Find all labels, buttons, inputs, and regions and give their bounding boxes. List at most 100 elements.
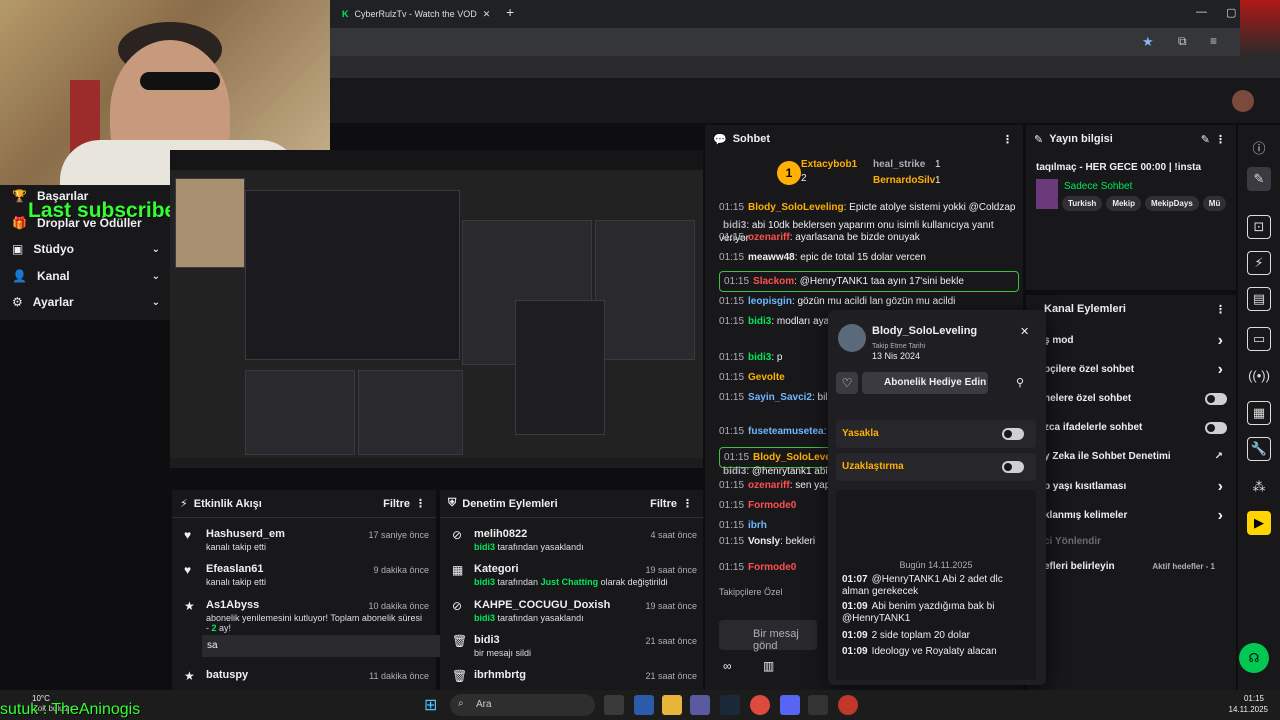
top-gifter-name[interactable]: heal_strike — [873, 159, 925, 170]
top-gifter-name[interactable]: BernardoSilv — [873, 175, 935, 186]
more-icon[interactable]: ⋮ — [1215, 133, 1226, 146]
channel-action-row[interactable]: pçilere özel sohbet › — [1044, 361, 1229, 378]
taskbar-search[interactable]: ⌕ Ara — [450, 694, 595, 716]
chat-message[interactable]: 01:15 meaww48: epic de total 15 dolar ver… — [719, 251, 1019, 264]
heart-icon[interactable]: ♡ — [836, 372, 858, 394]
info-icon[interactable]: ⓘ — [1247, 135, 1271, 159]
chat-message[interactable]: 01:15 Blody_SoloLeveling: Epicte atolye s… — [719, 201, 1019, 214]
support-icon[interactable]: ☊ — [1239, 643, 1269, 673]
close-icon[interactable]: ✕ — [483, 9, 491, 20]
category-name[interactable]: Sadece Sohbet — [1064, 181, 1132, 192]
chat-username[interactable]: Formode0 — [748, 562, 796, 573]
close-icon[interactable]: ✕ — [1020, 325, 1029, 338]
folder-icon[interactable] — [662, 695, 682, 715]
more-icon[interactable]: ⋮ — [682, 497, 693, 510]
obs-icon[interactable] — [838, 695, 858, 715]
chat-username[interactable]: bidi3 — [748, 316, 771, 327]
tag[interactable]: Mekip — [1106, 196, 1141, 211]
channel-action-row[interactable]: nelere özel sohbet — [1044, 393, 1229, 405]
filter-button[interactable]: Filtre — [650, 498, 677, 510]
chat-bubble-icon[interactable]: ▭ — [1247, 327, 1271, 351]
user-name[interactable]: Blody_SoloLeveling — [872, 325, 977, 337]
share-icon[interactable]: ⁂ — [1247, 475, 1271, 499]
lightning-icon[interactable]: ⚡ — [1247, 251, 1271, 275]
chat-username[interactable]: Blody_SoloLeveling — [748, 202, 844, 213]
taskview-icon[interactable] — [604, 695, 624, 715]
channel-action-row[interactable]: ci Yönlendir — [1044, 536, 1229, 547]
more-icon[interactable]: ⋮ — [1215, 303, 1226, 316]
sidebar-item-studio[interactable]: ▣ Stüdyo ⌄ — [12, 242, 160, 256]
toggle[interactable] — [1205, 393, 1227, 405]
chat-username[interactable]: ozenariff — [748, 232, 790, 243]
store-icon[interactable]: ▥ — [763, 659, 774, 673]
chat-username[interactable]: Slackom — [753, 276, 794, 287]
chat-username[interactable]: Sayin_Savci2 — [748, 392, 812, 403]
tag[interactable]: Mü — [1202, 196, 1227, 211]
chat-message[interactable]: 01:15 leopisgin: gözün mu acildi lan gözü… — [719, 295, 1019, 308]
chat-username[interactable]: bidi3 — [748, 352, 771, 363]
layers-icon[interactable]: ▦ — [1247, 401, 1271, 425]
minimize-icon[interactable]: — — [1196, 6, 1207, 18]
followers-only-label: Takipçilere Özel — [719, 587, 783, 597]
epic-icon[interactable] — [808, 695, 828, 715]
new-tab-button[interactable]: + — [506, 4, 514, 20]
toggle[interactable] — [1205, 422, 1227, 434]
tag[interactable]: MekipDays — [1144, 196, 1199, 211]
chat-username[interactable]: Vonsly — [748, 536, 780, 547]
timestamp: 10 dakika önce — [368, 601, 429, 611]
points-icon[interactable]: ∞ — [723, 659, 732, 673]
chrome-icon[interactable] — [750, 695, 770, 715]
chat-username[interactable]: meaww48 — [748, 252, 795, 263]
stream-preview[interactable] — [170, 150, 703, 468]
address-bar[interactable]: ★ ⧉ ≡ — [330, 28, 1280, 56]
media-icon[interactable]: ≡ — [1210, 34, 1217, 48]
chat-username[interactable]: bidi3 — [723, 466, 746, 477]
tag[interactable]: Turkish — [1062, 196, 1103, 211]
more-icon[interactable]: ⋮ — [415, 497, 426, 510]
app-icon[interactable] — [690, 695, 710, 715]
wrench-icon[interactable]: 🔧 — [1247, 437, 1271, 461]
chat-username[interactable]: ibrh — [748, 520, 767, 531]
chat-username[interactable]: leopisgin — [748, 296, 792, 307]
document-icon[interactable]: ▤ — [1247, 287, 1271, 311]
avatar[interactable] — [1232, 90, 1254, 112]
chat-username[interactable]: Formode0 — [748, 500, 796, 511]
chat-input[interactable]: Bir mesaj gönd — [719, 620, 817, 652]
channel-action-row[interactable]: y Zeka ile Sohbet Denetimi ↗ — [1044, 451, 1229, 462]
chat-message[interactable]: 01:15 ozenariff: ayarlasana be bizde onuy… — [719, 231, 1019, 244]
pencil-icon[interactable]: ✎ — [1247, 167, 1271, 191]
clapper-icon[interactable]: ▶ — [1247, 511, 1271, 535]
chat-username[interactable]: Gevolte — [748, 372, 785, 383]
top-gifter-name[interactable]: Extacybob1 — [801, 159, 857, 170]
edit-icon[interactable]: ✎ — [1201, 133, 1210, 146]
chat-message[interactable]: 01:15 Slackom: @HenryTANK1 taa ayın 17'si… — [719, 271, 1019, 292]
sidebar-item-settings[interactable]: ⚙ Ayarlar ⌄ — [12, 295, 160, 309]
maximize-icon[interactable]: ▢ — [1226, 6, 1236, 19]
channel-action-row[interactable]: zca ifadelerle sohbet — [1044, 422, 1229, 434]
clip-icon[interactable]: ⊡ — [1247, 215, 1271, 239]
timeout-toggle[interactable] — [1002, 461, 1024, 473]
chat-username[interactable]: fuseteamusetea — [748, 426, 824, 437]
discord-icon[interactable] — [780, 695, 800, 715]
channel-action-row[interactable]: ş mod › — [1044, 332, 1229, 349]
browser-tab[interactable]: K CyberRulzTv - Watch the VOD ✕ — [342, 4, 502, 24]
extensions-icon[interactable]: ⧉ — [1178, 34, 1187, 49]
user-card-popup: Blody_SoloLeveling Takip Etme Tarihi 13 … — [828, 310, 1046, 685]
chat-username[interactable]: ozenariff — [748, 480, 790, 491]
filter-button[interactable]: Filtre — [383, 498, 410, 510]
channel-action-row[interactable]: klanmış kelimeler › — [1044, 507, 1229, 524]
ban-toggle[interactable] — [1002, 428, 1024, 440]
steam-icon[interactable] — [720, 695, 740, 715]
gift-sub-button[interactable]: Abonelik Hediye Edin — [862, 372, 988, 394]
channel-action-row[interactable]: p yaşı kısıtlaması › — [1044, 478, 1229, 495]
sidebar-item-channel[interactable]: 👤 Kanal ⌄ — [12, 269, 160, 283]
broadcast-icon[interactable]: ((•)) — [1247, 363, 1271, 387]
chat-username[interactable]: bidi3 — [723, 220, 746, 231]
more-icon[interactable]: ⋮ — [1002, 133, 1013, 146]
calculator-icon[interactable] — [634, 695, 654, 715]
windows-start-icon[interactable]: ⊞ — [424, 695, 437, 715]
channel-action-row[interactable]: efleri belirleyin Aktif hedefler - 1 — [1044, 561, 1229, 572]
target-name: melih0822 — [474, 528, 528, 540]
bookmark-star-icon[interactable]: ★ — [1142, 34, 1154, 50]
pin-icon[interactable]: ⚲ — [1016, 376, 1024, 389]
